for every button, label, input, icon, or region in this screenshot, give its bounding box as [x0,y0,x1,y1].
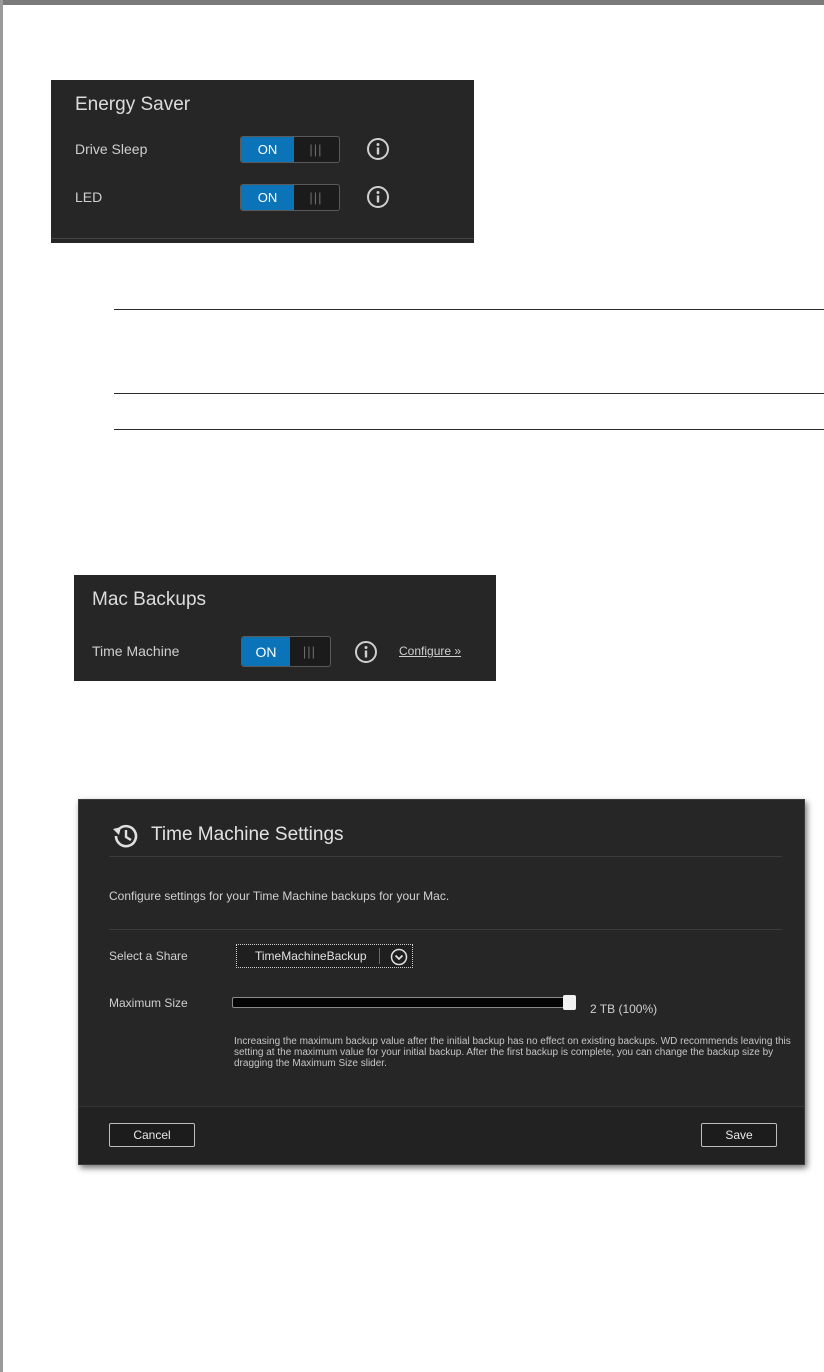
page-top-rule [0,0,824,5]
slider-thumb[interactable] [563,995,576,1010]
maximum-size-label: Maximum Size [109,996,188,1010]
time-machine-toggle[interactable]: ON ||| [241,636,331,667]
maximum-size-slider[interactable] [232,997,570,1008]
toggle-grip: ||| [309,190,323,205]
drive-sleep-label: Drive Sleep [75,141,148,157]
share-select[interactable]: TimeMachineBackup [236,944,413,968]
dialog-footer: Cancel Save [79,1106,804,1164]
time-machine-settings-dialog: Time Machine Settings Configure settings… [78,799,805,1165]
chevron-down-icon[interactable] [390,948,408,966]
dialog-separator [109,929,782,930]
mac-backups-panel: Mac Backups Time Machine ON ||| Configur… [74,575,496,681]
energy-saver-panel: Energy Saver Drive Sleep ON ||| LED ON |… [51,80,474,243]
mac-backups-title: Mac Backups [92,589,207,610]
info-icon[interactable] [354,640,378,664]
drive-sleep-toggle[interactable]: ON ||| [240,136,340,163]
led-label: LED [75,189,103,205]
led-toggle[interactable]: ON ||| [240,184,340,211]
toggle-on-label: ON [242,637,290,666]
separator-line [114,393,824,394]
save-button[interactable]: Save [701,1123,777,1147]
share-select-value: TimeMachineBackup [255,949,367,963]
dialog-description: Configure settings for your Time Machine… [109,889,450,903]
energy-saver-title: Energy Saver [75,94,191,115]
configure-link[interactable]: Configure » [399,644,461,658]
select-share-label: Select a Share [109,949,188,963]
dialog-title: Time Machine Settings [151,824,344,845]
toggle-on-label: ON [241,185,294,210]
maximum-size-value: 2 TB (100%) [590,1002,658,1016]
separator-line [114,429,824,430]
dialog-separator [109,856,782,857]
select-divider [379,948,380,964]
toggle-grip: ||| [302,644,317,659]
time-machine-label: Time Machine [92,643,180,659]
toggle-grip: ||| [309,142,323,157]
separator-line [114,309,824,310]
maximum-size-note: Increasing the maximum backup value afte… [234,1036,791,1069]
info-icon[interactable] [366,185,390,209]
panel-divider [51,238,474,239]
cancel-button[interactable]: Cancel [109,1123,195,1147]
page-left-rule [0,0,3,1372]
info-icon[interactable] [366,137,390,161]
history-icon [113,824,138,848]
toggle-on-label: ON [241,137,294,162]
